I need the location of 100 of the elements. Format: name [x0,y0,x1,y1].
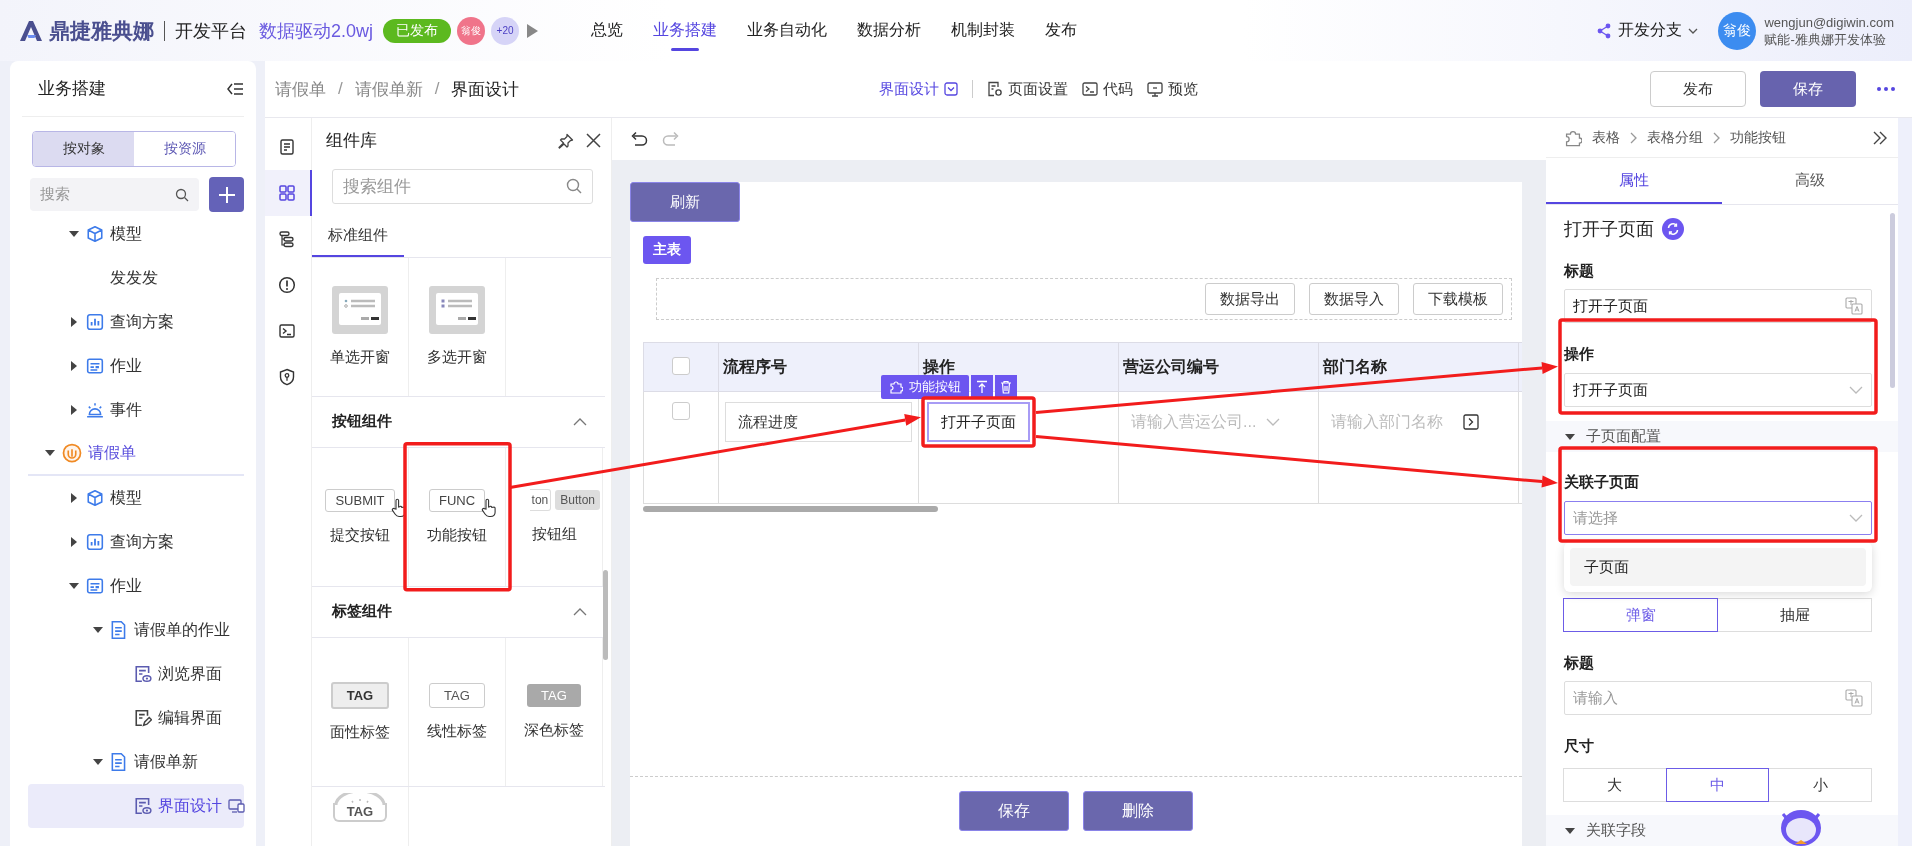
view-selector[interactable]: 界面设计 [879,79,959,99]
double-chevron-icon [1872,130,1888,145]
close-button[interactable] [586,133,601,149]
publish-button[interactable]: 发布 [1650,71,1746,107]
sync-icon [1662,218,1684,240]
chevron-down-icon [1849,514,1863,522]
footer-button[interactable]: 保存 [959,791,1069,831]
tag-preview: TAG [527,683,581,707]
tree-item[interactable]: 模型 [28,476,244,520]
component-item[interactable]: TAG 面性标签 [312,637,409,786]
tree-item[interactable]: 浏览界面 [28,652,244,696]
selection-label: 功能按钮 [881,375,969,399]
branch-selector[interactable]: 开发分支 [1590,19,1705,42]
tab[interactable]: 标准组件 [312,217,404,257]
undo-button[interactable] [630,131,648,147]
chevron-right-icon [1630,131,1637,144]
scrollbar[interactable] [603,570,608,660]
component-item[interactable]: TAG [312,786,409,846]
app-name: 数据驱动2.0wj [259,19,374,43]
segment-option[interactable]: 抽屉 [1717,598,1872,632]
component-item[interactable]: 多选开窗 [409,257,506,396]
breadcrumb-item[interactable]: 表格分组 [1647,128,1703,147]
segment-option[interactable]: 大 [1563,768,1667,802]
chevron-down-icon [1849,386,1863,394]
button-preview: ton [529,489,552,512]
input-field[interactable]: 流程进度 [725,402,912,442]
expand-icon[interactable] [1463,414,1479,430]
expand-panel-button[interactable] [1872,130,1888,145]
plus-icon [217,185,236,204]
tab[interactable]: 高级 [1722,158,1898,204]
tree-item[interactable]: 作业 [28,564,244,608]
scrollbar[interactable] [1890,213,1895,388]
table-action-button[interactable]: 数据导入 [1309,283,1399,315]
nav-tab[interactable]: 发布 [1045,12,1078,49]
tree-item[interactable]: 编辑界面 [28,696,244,740]
close-icon [586,133,601,149]
checkbox[interactable] [672,402,690,420]
sidebar-tab[interactable] [264,170,312,216]
breadcrumb-item[interactable]: 功能按钮 [1730,128,1786,147]
redo-icon [662,131,680,147]
nav-tab[interactable]: 机制封装 [951,12,1016,49]
footer-button[interactable]: 删除 [1083,791,1193,831]
text-field[interactable]: 打开子页面 [1564,289,1872,323]
tree-item[interactable]: 模型 [28,212,244,256]
status-badge: 已发布 [383,18,452,43]
chart-icon [86,313,104,331]
tree-item[interactable]: 请假单的作业 [28,608,244,652]
breadcrumb-item[interactable]: 表格 [1592,128,1620,147]
device-icon[interactable] [228,798,246,814]
segment-option[interactable]: 中 [1665,768,1770,802]
add-button[interactable] [209,177,244,212]
component-item[interactable]: TAG 深色标签 [506,637,603,786]
nav-tab[interactable]: 总览 [591,12,624,49]
breadcrumb-item[interactable]: 请假单 [275,77,326,101]
toolbar-button[interactable]: 页面设置 [987,79,1069,99]
tree-item[interactable]: 请假单新 [28,740,244,784]
field-label: 尺寸 [1564,737,1595,756]
branch-icon [1596,22,1613,39]
play-icon[interactable] [525,22,540,39]
nav-tab[interactable]: 业务自动化 [747,12,828,49]
segment-option[interactable]: 弹窗 [1563,598,1718,632]
component-item[interactable]: SUBMIT 提交按钮 [312,447,409,586]
tag-preview: TAG [429,682,485,708]
nav-tab[interactable]: 数据分析 [857,12,922,49]
tree-item[interactable]: 界面设计 [28,784,244,828]
table-action-button[interactable]: 下载模板 [1413,283,1503,315]
app-icon [62,443,82,463]
tree-item[interactable]: 请假单 [28,432,244,476]
tree-item[interactable]: 查询方案 [28,300,244,344]
move-button[interactable] [971,375,993,399]
tree-item[interactable]: 作业 [28,344,244,388]
refresh-button[interactable]: 刷新 [630,182,740,222]
move-top-icon [976,380,988,394]
dropdown-option[interactable]: 子页面 [1570,548,1866,586]
pin-button[interactable] [558,132,574,149]
scrollbar[interactable] [643,506,938,512]
nav-tab[interactable]: 业务搭建 [653,12,718,49]
delete-button[interactable] [995,375,1017,399]
toolbar-button[interactable]: 预览 [1147,79,1199,99]
component-item[interactable]: TAG 线性标签 [409,637,506,786]
breadcrumb-item[interactable]: 请假单新 [354,77,423,101]
component-item[interactable]: FUNC 功能按钮 [409,447,506,586]
save-button[interactable]: 保存 [1760,71,1856,107]
tree-item[interactable]: 发发发 [28,256,244,300]
collapse-button[interactable] [226,80,244,97]
mode-tab[interactable]: 按对象 [33,132,134,166]
toolbar-button[interactable]: 代码 [1082,79,1134,99]
section-title: 子页面配置 [1586,427,1661,446]
checkbox[interactable] [672,357,690,375]
component-item[interactable]: ton Button 按钮组 [506,447,603,586]
component-item[interactable]: 单选开窗 [312,257,409,396]
table-action-button[interactable]: 数据导出 [1205,283,1295,315]
document-icon [110,620,128,640]
open-subpage-button[interactable]: 打开子页面 [927,402,1030,442]
tree-item[interactable]: 查询方案 [28,520,244,564]
tab[interactable]: 属性 [1546,158,1722,204]
select-field[interactable]: 打开子页面 [1564,373,1872,407]
user-avatar: +20 [491,16,520,45]
segment-option[interactable]: 小 [1768,768,1872,802]
tree-item[interactable]: 事件 [28,388,244,432]
